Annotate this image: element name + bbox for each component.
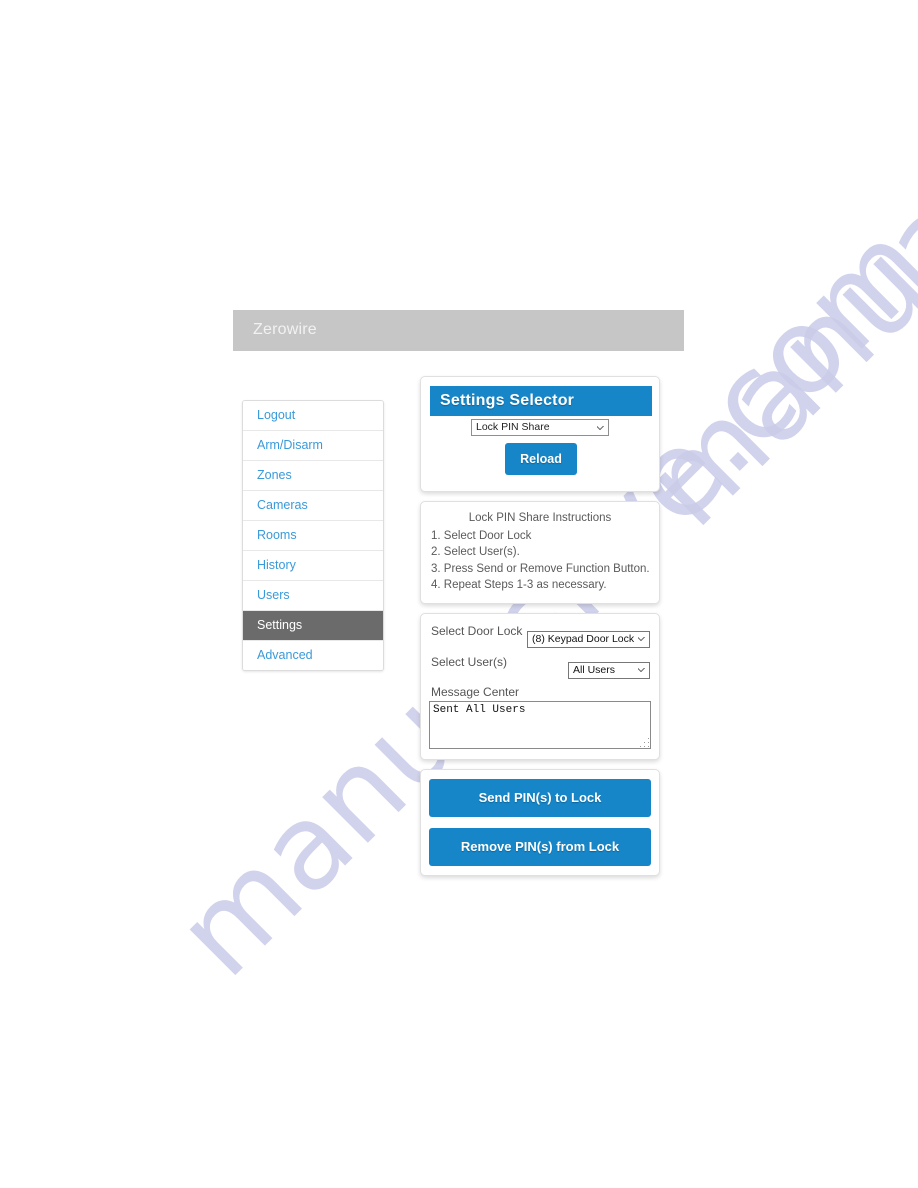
content-column: Settings Selector Lock PIN Share Reload … — [420, 376, 660, 876]
sidebar-item-label: Users — [257, 588, 290, 602]
sidebar-item-rooms[interactable]: Rooms — [243, 521, 383, 551]
sidebar-item-cameras[interactable]: Cameras — [243, 491, 383, 521]
message-center-label: Message Center — [431, 684, 520, 699]
door-lock-value: (8) Keypad Door Lock — [532, 632, 635, 645]
page-root: Zerowire Logout Arm/Disarm Zones Cameras Roo… — [0, 0, 918, 1188]
users-value: All Users — [573, 663, 616, 676]
sidebar-nav: Logout Arm/Disarm Zones Cameras Rooms History… — [242, 400, 384, 671]
sidebar-item-label: Zones — [257, 468, 292, 482]
settings-selector-value: Lock PIN Share — [476, 421, 550, 433]
remove-pins-button[interactable]: Remove PIN(s) from Lock — [429, 827, 651, 866]
instruction-step: 4. Repeat Steps 1-3 as necessary. — [431, 579, 607, 591]
instructions-step-list: 1. Select Door Lock 2. Select User(s). 3. … — [423, 528, 657, 594]
sidebar-item-label: Rooms — [257, 528, 297, 542]
chevron-down-icon — [597, 426, 604, 430]
settings-selector-dropdown[interactable]: Lock PIN Share — [471, 419, 609, 436]
users-label: Select User(s) — [431, 654, 508, 669]
sidebar-item-zones[interactable]: Zones — [243, 461, 383, 491]
pin-actions-card: Send PIN(s) to Lock Remove PIN(s) from L… — [420, 768, 660, 876]
send-pins-button[interactable]: Send PIN(s) to Lock — [429, 778, 651, 817]
instruction-step: 3. Press Send or Remove Function Button. — [431, 562, 650, 575]
users-field-row: Select User(s) All Users — [429, 653, 651, 684]
sidebar-item-label: Advanced — [257, 648, 313, 662]
sidebar-item-label: Logout — [257, 408, 296, 422]
sidebar-item-arm-disarm[interactable]: Arm/Disarm — [243, 431, 383, 461]
pin-share-form-card: Select Door Lock (8) Keypad Door Lock Se… — [420, 612, 660, 760]
sidebar-item-settings[interactable]: Settings — [243, 611, 383, 641]
chevron-down-icon — [638, 668, 645, 672]
sidebar-item-history[interactable]: History — [243, 551, 383, 581]
sidebar-item-advanced[interactable]: Advanced — [243, 641, 383, 670]
door-lock-field-row: Select Door Lock (8) Keypad Door Lock — [429, 622, 651, 653]
chevron-down-icon — [638, 637, 645, 641]
sidebar-item-label: Cameras — [257, 498, 308, 512]
reload-button[interactable]: Reload — [505, 443, 577, 475]
door-lock-select[interactable]: (8) Keypad Door Lock — [527, 630, 650, 648]
sidebar-item-label: History — [257, 558, 296, 572]
message-center-textarea[interactable] — [429, 700, 651, 749]
app-header-bar: Zerowire — [233, 310, 684, 351]
sidebar-item-logout[interactable]: Logout — [243, 401, 383, 431]
settings-selector-card: Settings Selector Lock PIN Share Reload — [420, 376, 660, 492]
sidebar-item-label: Settings — [257, 618, 303, 632]
app-title: Zerowire — [253, 321, 317, 338]
sidebar-item-users[interactable]: Users — [243, 581, 383, 611]
door-lock-label: Select Door Lock — [431, 623, 523, 638]
instructions-title: Lock PIN Share Instructions — [468, 512, 612, 524]
settings-selector-title: Settings Selector — [430, 386, 652, 416]
users-select[interactable]: All Users — [568, 661, 650, 679]
sidebar-item-label: Arm/Disarm — [257, 438, 323, 452]
instruction-step: 1. Select Door Lock — [431, 529, 532, 542]
instruction-step: 2. Select User(s). — [431, 546, 520, 558]
instructions-card: Lock PIN Share Instructions 1. Select Do… — [420, 501, 660, 604]
